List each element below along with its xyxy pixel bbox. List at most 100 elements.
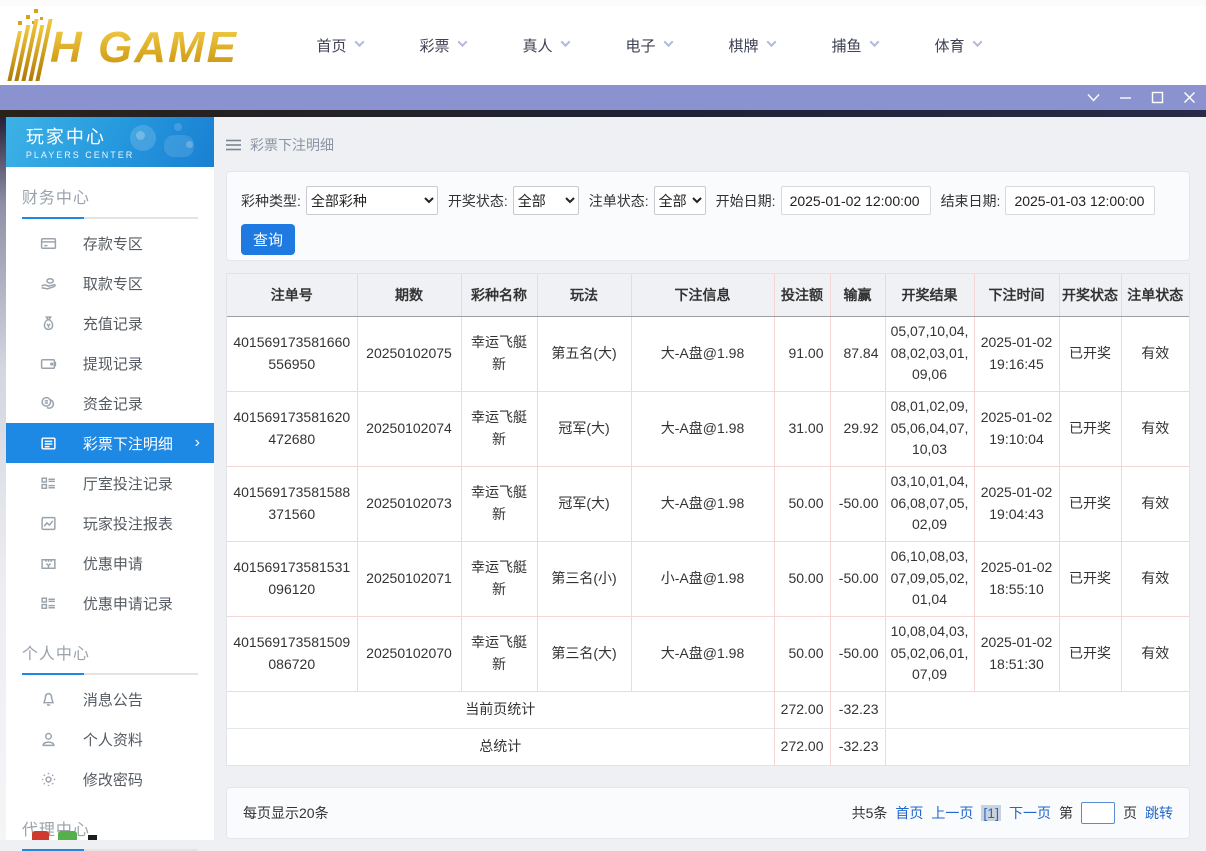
- top-navbar: H GAME 首页 彩票 真人 电子 棋牌 捕鱼 体育: [0, 0, 1206, 85]
- column-header-下注时间: 下注时间: [974, 274, 1060, 317]
- first-page-link[interactable]: 首页: [895, 803, 923, 823]
- filter-panel: 彩种类型: 全部彩种 开奖状态: 全部 注单状态: 全部 开始日期: 结束日期:…: [226, 171, 1190, 261]
- maximize-icon: [1151, 91, 1164, 104]
- nav-item-6[interactable]: 捕鱼: [803, 35, 906, 56]
- sidebar-item-消息公告[interactable]: 消息公告: [6, 679, 214, 719]
- sidebar-item-label: 优惠申请: [82, 555, 143, 573]
- page-jump-input[interactable]: [1081, 802, 1115, 824]
- order-status-select[interactable]: 全部: [653, 186, 706, 215]
- bets-table-panel: 注单号 期数 彩种名称 玩法 下注信息 投注额 输赢 开奖结果 下注时间 开奖状态 注单状态 401…: [226, 273, 1190, 766]
- sidebar-item-label: 彩票下注明细: [82, 435, 173, 453]
- desktop-icons-cutoff: [31, 831, 122, 840]
- user-icon: [40, 731, 57, 748]
- sidebar-item-修改密码[interactable]: 修改密码: [6, 759, 214, 799]
- sidebar-item-优惠申请记录[interactable]: 优惠申请记录: [6, 583, 214, 623]
- sidebar-item-个人资料[interactable]: 个人资料: [6, 719, 214, 759]
- chevron-down-icon: [869, 37, 879, 48]
- sidebar-sections: 财务中心 存款专区 取款专区 充值记录 提现记录 资金记录 彩票下注明细 › 厅室投注记录 玩家投…: [5, 167, 214, 851]
- draw-status-label: 开奖状态:: [447, 192, 508, 209]
- sidebar-item-彩票下注明细[interactable]: 彩票下注明细 ›: [5, 423, 214, 463]
- chevron-down-icon: [457, 37, 467, 48]
- deposit-card-icon: [40, 235, 57, 252]
- nav-item-label: 彩票: [419, 38, 450, 55]
- money-bag-icon: [40, 315, 57, 332]
- window-titlebar: [0, 85, 1206, 110]
- cell: 冠军(大): [537, 466, 632, 542]
- table-row: 401569173581509086720 20250102070 幸运飞艇新 第三名…: [227, 616, 1189, 692]
- cell: 87.84: [830, 316, 886, 392]
- nav-item-label: 真人: [522, 38, 553, 55]
- window-close-button[interactable]: [1183, 91, 1196, 104]
- lottery-type-label: 彩种类型:: [241, 192, 301, 209]
- summary-label: 总统计: [227, 728, 775, 765]
- window-frame-strip: [0, 110, 1206, 117]
- sidebar-item-label: 消息公告: [82, 691, 143, 709]
- sidebar-item-玩家投注报表[interactable]: 玩家投注报表: [6, 503, 214, 543]
- logo-text: H GAME: [50, 15, 238, 81]
- summary-winloss-total: -32.23: [830, 728, 886, 765]
- pagination-bar: 每页显示20条 共5条 首页 上一页 [1] 下一页 第 页 跳转: [226, 787, 1190, 839]
- nav-item-3[interactable]: 真人: [494, 35, 597, 56]
- window-minimize-button[interactable]: [1119, 91, 1132, 104]
- cell: 幸运飞艇新: [461, 391, 538, 467]
- sidebar-item-存款专区[interactable]: 存款专区: [6, 223, 214, 263]
- current-page-badge: [1]: [981, 805, 1001, 821]
- cell: 小-A盘@1.98: [631, 541, 775, 617]
- cell: 已开奖: [1059, 391, 1122, 467]
- page-title: 彩票下注明细: [250, 137, 334, 153]
- lottery-type-select[interactable]: 全部彩种: [305, 186, 438, 215]
- sidebar-item-厅室投注记录[interactable]: 厅室投注记录: [6, 463, 214, 503]
- site-logo[interactable]: H GAME: [7, 8, 238, 81]
- ticket-icon: [40, 555, 57, 572]
- sidebar-item-资金记录[interactable]: 资金记录: [6, 383, 214, 423]
- cell: -50.00: [830, 616, 886, 692]
- jump-button[interactable]: 跳转: [1145, 803, 1173, 823]
- gamepad-icon: [130, 121, 200, 165]
- cell: 幸运飞艇新: [461, 316, 538, 392]
- cell: 已开奖: [1059, 316, 1122, 392]
- nav-item-5[interactable]: 棋牌: [700, 35, 803, 56]
- sidebar-item-取款专区[interactable]: 取款专区: [6, 263, 214, 303]
- main-content: 彩票下注明细 彩种类型: 全部彩种 开奖状态: 全部 注单状态: 全部 开始日期…: [214, 117, 1206, 840]
- nav-item-label: 捕鱼: [831, 38, 862, 55]
- sidebar-item-优惠申请[interactable]: 优惠申请: [6, 543, 214, 583]
- nav-item-label: 首页: [316, 38, 347, 55]
- column-header-输赢: 输赢: [830, 274, 886, 317]
- gear-icon: [40, 771, 57, 788]
- prev-page-link[interactable]: 上一页: [931, 803, 973, 823]
- sidebar-section-title: 个人中心: [21, 646, 90, 663]
- cell: 06,10,08,03,07,09,05,02,01,04: [885, 541, 975, 617]
- sidebar-item-label: 充值记录: [82, 315, 143, 333]
- cell: 50.00: [774, 616, 831, 692]
- cell: 第三名(小): [537, 541, 632, 617]
- window-maximize-button[interactable]: [1151, 91, 1164, 104]
- nav-item-2[interactable]: 彩票: [391, 35, 494, 56]
- cell: 有效: [1121, 466, 1189, 542]
- start-date-input[interactable]: [780, 186, 931, 215]
- nav-item-label: 棋牌: [728, 38, 759, 55]
- sidebar-section-underline: [21, 217, 198, 219]
- end-date-input[interactable]: [1005, 186, 1156, 215]
- summary-bet-total: 272.00: [774, 691, 831, 729]
- sidebar-item-label: 取款专区: [82, 275, 143, 293]
- summary-winloss-total: -32.23: [830, 691, 886, 729]
- cell: 2025-01-02 19:16:45: [974, 316, 1060, 392]
- draw-status-select[interactable]: 全部: [512, 186, 579, 215]
- window-dropdown-button[interactable]: [1087, 91, 1100, 104]
- nav-item-7[interactable]: 体育: [906, 35, 1009, 56]
- sidebar-item-充值记录[interactable]: 充值记录: [6, 303, 214, 343]
- nav-item-1[interactable]: 首页: [288, 35, 391, 56]
- cell: 已开奖: [1059, 541, 1122, 617]
- hamburger-icon[interactable]: [226, 139, 241, 151]
- query-button[interactable]: 查询: [241, 224, 295, 255]
- cell: 2025-01-02 18:51:30: [974, 616, 1060, 692]
- pagination-controls: 共5条 首页 上一页 [1] 下一页 第 页 跳转: [852, 802, 1173, 824]
- next-page-link[interactable]: 下一页: [1009, 803, 1051, 823]
- column-header-期数: 期数: [357, 274, 462, 317]
- chevron-right-icon: ›: [194, 434, 200, 451]
- table-header-row: 注单号 期数 彩种名称 玩法 下注信息 投注额 输赢 开奖结果 下注时间 开奖状态 注单状态: [227, 274, 1189, 317]
- app-frame: 玩家中心 PLAYERS CENTER 财务中心 存款专区 取款专区 充值记录 提现记录…: [0, 117, 1206, 851]
- nav-item-4[interactable]: 电子: [597, 35, 700, 56]
- sidebar-item-提现记录[interactable]: 提现记录: [6, 343, 214, 383]
- coins-icon: [40, 395, 57, 412]
